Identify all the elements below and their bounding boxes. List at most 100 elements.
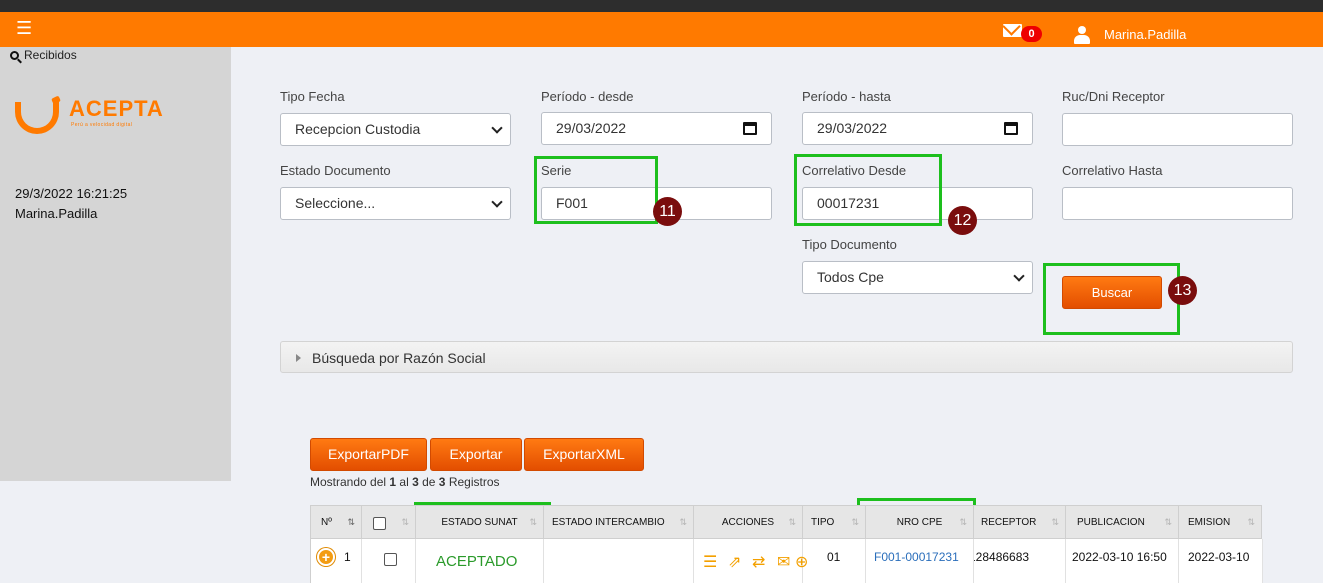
select-all-checkbox[interactable]	[373, 517, 386, 530]
info-to: 3	[412, 475, 419, 489]
highlight-box-buscar	[1043, 263, 1180, 335]
ruc-input[interactable]	[1062, 113, 1293, 146]
emision-value: 2022-03-10	[1188, 550, 1250, 564]
cell-nro-cpe: F001-00017231	[866, 539, 974, 583]
cell-publicacion: 2022-03-10 16:50	[1066, 539, 1179, 583]
sort-icon[interactable]: ⇅	[959, 506, 967, 540]
periodo-hasta-value: 29/03/2022	[817, 120, 888, 136]
column-header-tipo[interactable]: TIPO ⇅	[803, 506, 866, 538]
step-marker-12: 12	[948, 206, 977, 235]
tipo-fecha-label: Tipo Fecha	[280, 89, 345, 104]
column-header-receptor[interactable]: RECEPTOR ⇅	[974, 506, 1066, 538]
info-suffix: Registros	[445, 475, 500, 489]
sort-icon[interactable]: ⇅	[679, 506, 687, 540]
sort-icon[interactable]: ⇅	[851, 506, 859, 540]
estado-documento-select[interactable]: Seleccione...	[280, 187, 511, 220]
mail-count-badge: 0	[1021, 26, 1042, 42]
column-header-estado-sunat[interactable]: ESTADO SUNAT ⇅	[416, 506, 544, 538]
sidebar-item-recibidos[interactable]: Recibidos	[10, 48, 77, 62]
accordion-label: Búsqueda por Razón Social	[312, 350, 486, 366]
tipo-fecha-value: Recepcion Custodia	[295, 121, 421, 137]
sort-icon[interactable]: ⇅	[347, 506, 355, 540]
tipo-fecha-select[interactable]: Recepcion Custodia	[280, 113, 511, 146]
list-icon[interactable]: ☰	[703, 554, 717, 570]
acepta-logo: ACEPTA Perú a velocidad digital	[15, 94, 163, 139]
cell-acciones: ☰ ⇗ ⇄ ✉ ⊕	[694, 539, 808, 583]
razon-social-accordion[interactable]: Búsqueda por Razón Social	[280, 341, 1293, 373]
step-marker-13: 13	[1168, 276, 1197, 305]
column-header-publicacion[interactable]: PUBLICACION ⇅	[1066, 506, 1179, 538]
os-taskbar	[0, 0, 1323, 12]
exchange-icon[interactable]: ⇄	[752, 554, 765, 570]
periodo-desde-value: 29/03/2022	[556, 120, 627, 136]
periodo-desde-label: Período - desde	[541, 89, 634, 104]
calendar-icon[interactable]	[1004, 122, 1018, 135]
highlight-box-serie	[534, 156, 658, 224]
user-icon[interactable]	[1074, 26, 1090, 44]
column-header-label: EMISION	[1188, 517, 1231, 528]
sort-icon[interactable]: ⇅	[529, 506, 537, 540]
column-header-label: Nº	[321, 517, 332, 528]
records-info: Mostrando del 1 al 3 de 3 Registros	[310, 475, 500, 489]
navbar-username[interactable]: Marina.Padilla	[1104, 27, 1186, 42]
sort-icon[interactable]: ⇅	[1164, 506, 1172, 540]
cell-estado-sunat: ACEPTADO	[416, 539, 544, 583]
cell-estado-intercambio	[544, 539, 694, 583]
column-header-acciones[interactable]: ACCIONES ⇅	[694, 506, 803, 538]
sort-icon[interactable]: ⇅	[1051, 506, 1059, 540]
column-header-label: ACCIONES	[721, 517, 775, 528]
info-prefix: Mostrando del	[310, 475, 390, 489]
expand-row-icon[interactable]: +	[317, 548, 335, 566]
sidebar: Recibidos ACEPTA Perú a velocidad digita…	[0, 47, 231, 481]
nro-cpe-link[interactable]: F001-00017231	[874, 550, 959, 564]
cell-select	[362, 539, 416, 583]
cell-num: + 1	[311, 539, 362, 583]
sort-icon[interactable]: ⇅	[1247, 506, 1255, 540]
highlight-box-correlativo	[794, 154, 942, 226]
sidebar-item-label: Recibidos	[24, 48, 77, 62]
session-datetime: 29/3/2022 16:21:25	[15, 186, 128, 201]
column-header-label: ESTADO INTERCAMBIO	[552, 517, 665, 528]
calendar-icon[interactable]	[743, 122, 757, 135]
column-header-label: PUBLICACION	[1077, 517, 1145, 528]
tipo-documento-value: Todos Cpe	[817, 269, 884, 285]
search-icon	[10, 51, 19, 60]
receptor-value: 128486683	[974, 550, 1030, 564]
export-excel-button[interactable]: Exportar	[430, 438, 522, 471]
ruc-label: Ruc/Dni Receptor	[1062, 89, 1165, 104]
step-marker-11: 11	[653, 197, 682, 226]
mail-icon[interactable]	[1003, 24, 1022, 37]
publicacion-value: 2022-03-10 16:50	[1072, 550, 1167, 564]
sort-icon[interactable]: ⇅	[401, 506, 409, 540]
row-number: 1	[344, 550, 351, 564]
cell-tipo: 01	[803, 539, 866, 583]
envelope-icon[interactable]: ✉	[777, 554, 790, 570]
export-xml-button[interactable]: ExportarXML	[524, 438, 644, 471]
tipo-documento-select[interactable]: Todos Cpe	[802, 261, 1033, 294]
info-mid1: al	[396, 475, 413, 489]
caret-right-icon	[296, 354, 301, 362]
periodo-hasta-label: Período - hasta	[802, 89, 891, 104]
sort-icon[interactable]: ⇅	[788, 506, 796, 540]
column-header-estado-intercambio[interactable]: ESTADO INTERCAMBIO ⇅	[544, 506, 694, 538]
column-header-label: TIPO	[811, 517, 835, 528]
session-user: Marina.Padilla	[15, 206, 98, 221]
estado-documento-value: Seleccione...	[295, 195, 376, 211]
estado-documento-label: Estado Documento	[280, 163, 391, 178]
periodo-hasta-input[interactable]: 29/03/2022	[802, 112, 1033, 145]
correlativo-hasta-input[interactable]	[1062, 187, 1293, 220]
column-header-emision[interactable]: EMISION ⇅	[1179, 506, 1261, 538]
table-row[interactable]: + 1 ACEPTADO ☰ ⇗ ⇄ ✉ ⊕ 01 F001-00017231 …	[310, 539, 1263, 583]
results-table-header: Nº ⇅ ⇅ ESTADO SUNAT ⇅ ESTADO INTERCAMBIO ⇅ …	[310, 505, 1262, 539]
info-mid2: de	[418, 475, 439, 489]
export-pdf-button[interactable]: ExportarPDF	[310, 438, 427, 471]
logo-name: ACEPTA	[69, 96, 164, 121]
column-header-num[interactable]: Nº ⇅	[311, 506, 362, 538]
row-checkbox[interactable]	[384, 553, 397, 566]
status-badge: ACEPTADO	[436, 553, 518, 570]
cell-receptor: 128486683	[974, 539, 1066, 583]
periodo-desde-input[interactable]: 29/03/2022	[541, 112, 772, 145]
hamburger-icon[interactable]: ☰	[16, 18, 32, 39]
column-header-nro-cpe[interactable]: NRO CPE ⇅	[866, 506, 974, 538]
share-icon[interactable]: ⇗	[728, 554, 741, 570]
